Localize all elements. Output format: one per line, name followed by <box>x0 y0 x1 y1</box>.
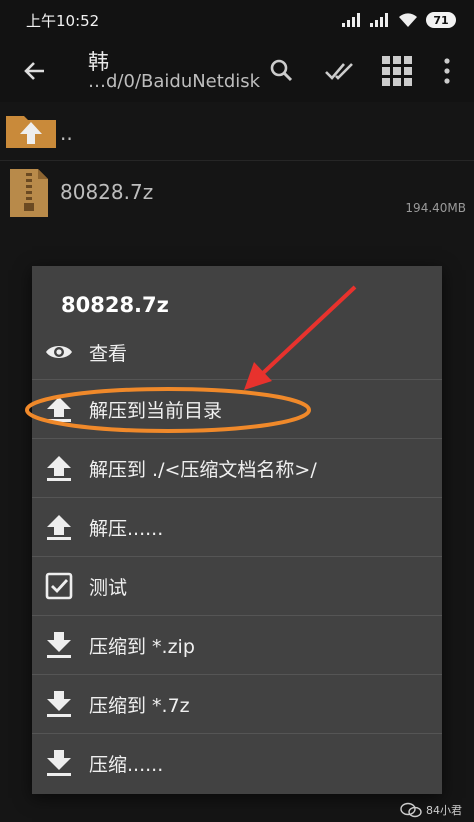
menu-list: 查看 解压到当前目录 解压到 ./<压缩文档名称>/ 解压...... 测试 压… <box>32 323 442 792</box>
folder-up-icon <box>6 116 56 148</box>
signal-icon-2 <box>370 13 388 27</box>
file-list: .. 80828.7z 194.40MB <box>0 102 474 223</box>
back-arrow-icon[interactable] <box>18 54 52 88</box>
menu-item-compress-7z[interactable]: 压缩到 *.7z <box>32 675 442 734</box>
menu-item-label: 解压到 ./<压缩文档名称>/ <box>89 459 317 481</box>
file-row-archive[interactable]: 80828.7z 194.40MB <box>0 161 474 223</box>
download-arrow-icon <box>47 691 71 717</box>
dialog-title: 80828.7z <box>61 293 169 317</box>
menu-item-extract[interactable]: 解压...... <box>32 498 442 557</box>
wechat-icon <box>400 802 422 818</box>
file-size: 194.40MB <box>405 201 466 215</box>
menu-item-label: 解压...... <box>89 518 164 540</box>
download-arrow-icon <box>47 750 71 776</box>
menu-item-compress[interactable]: 压缩...... <box>32 734 442 792</box>
menu-item-label: 压缩...... <box>89 754 164 776</box>
menu-item-label: 测试 <box>89 577 128 599</box>
menu-item-label: 压缩到 *.zip <box>89 636 195 658</box>
menu-item-label: 查看 <box>89 343 128 365</box>
status-time: 上午10:52 <box>26 12 100 30</box>
check-all-icon[interactable] <box>322 54 356 88</box>
menu-item-compress-zip[interactable]: 压缩到 *.zip <box>32 616 442 675</box>
file-name: .. <box>60 121 73 145</box>
download-arrow-icon <box>47 632 71 658</box>
battery-level: 71 <box>433 13 449 27</box>
menu-item-label: 压缩到 *.7z <box>89 695 190 717</box>
toolbar: 韩 …d/0/BaiduNetdisk <box>0 40 474 102</box>
battery-icon: 71 <box>426 12 456 28</box>
context-menu-dialog: 80828.7z 查看 解压到当前目录 解压到 ./<压缩文档名称>/ 解压..… <box>32 266 442 794</box>
upload-arrow-icon <box>47 456 71 481</box>
file-row-parent[interactable]: .. <box>0 102 474 160</box>
menu-item-view[interactable]: 查看 <box>32 323 442 380</box>
archive-file-icon <box>10 169 48 217</box>
toolbar-path: …d/0/BaiduNetdisk <box>88 71 261 92</box>
watermark: 84小君 <box>400 802 462 818</box>
grid-view-icon[interactable] <box>380 54 414 88</box>
menu-item-extract-here[interactable]: 解压到当前目录 <box>32 380 442 439</box>
checkbox-icon <box>45 572 73 600</box>
wifi-icon <box>399 12 417 27</box>
status-bar: 上午10:52 71 <box>0 0 474 40</box>
menu-item-test[interactable]: 测试 <box>32 557 442 616</box>
search-icon[interactable] <box>265 54 299 88</box>
signal-icon <box>342 13 360 27</box>
watermark-text: 84小君 <box>426 804 462 817</box>
upload-arrow-icon <box>47 515 71 540</box>
upload-arrow-icon <box>47 397 71 422</box>
more-options-icon[interactable] <box>430 54 464 88</box>
file-name: 80828.7z <box>60 180 154 204</box>
eye-icon <box>46 346 72 358</box>
status-icons: 71 <box>342 12 456 28</box>
menu-item-extract-to-folder[interactable]: 解压到 ./<压缩文档名称>/ <box>32 439 442 498</box>
menu-item-label: 解压到当前目录 <box>89 400 223 422</box>
